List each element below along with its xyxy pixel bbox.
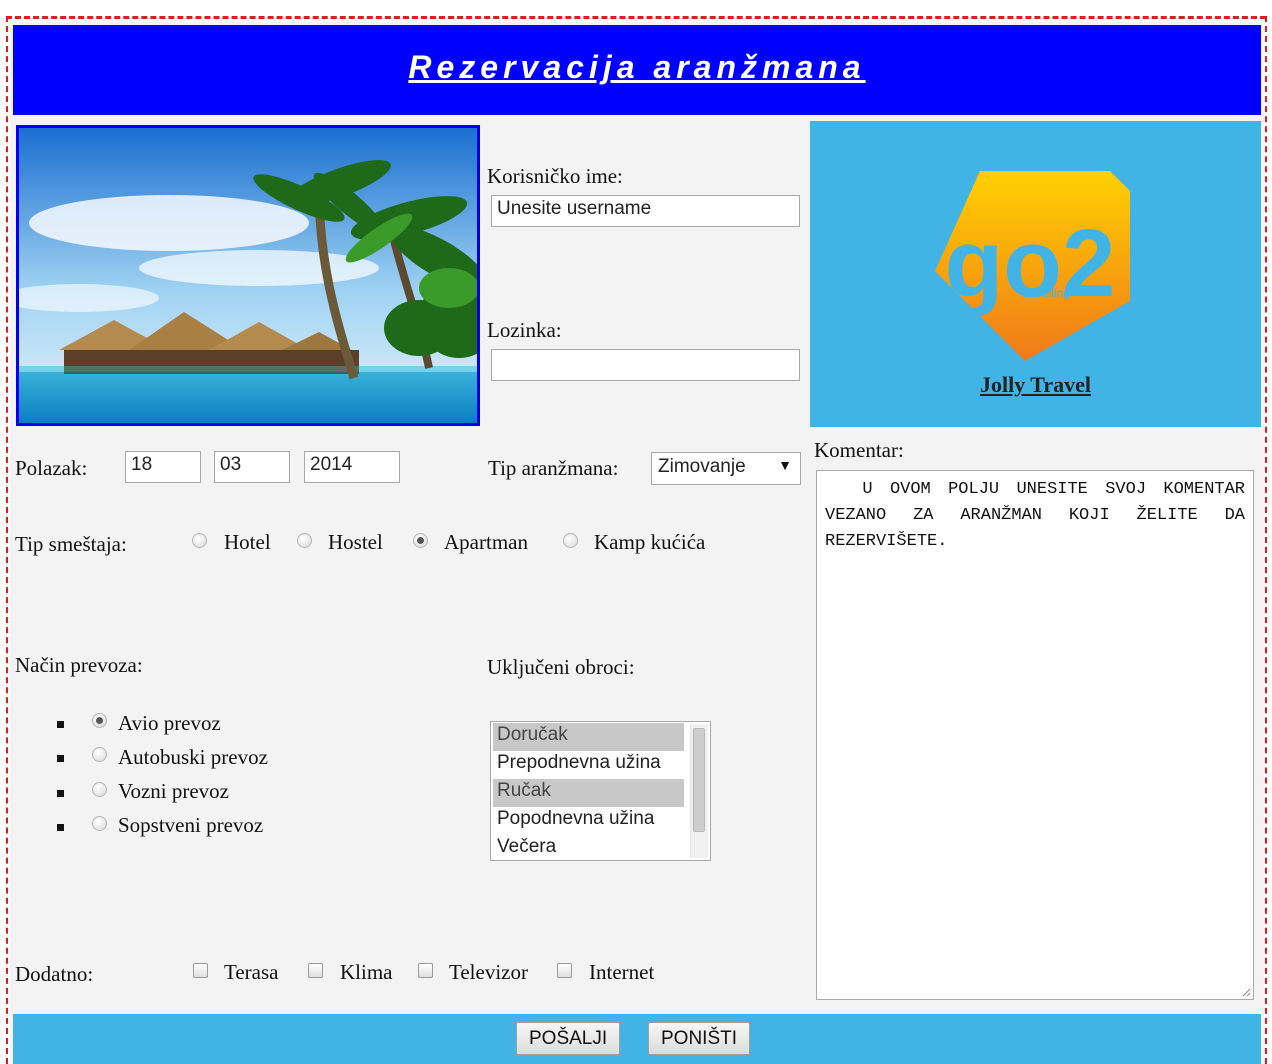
list-bullet (57, 755, 64, 762)
accommodation-apartman-radio[interactable] (413, 533, 428, 548)
username-input[interactable]: Unesite username (491, 195, 800, 227)
transport-own-radio[interactable] (92, 816, 107, 831)
accommodation-label: Tip smeštaja: (15, 532, 127, 556)
transport-bus-label: Autobuski prevoz (118, 745, 268, 769)
departure-label: Polazak: (15, 456, 88, 480)
meals-option-afternoon-snack[interactable]: Popodnevna užina (493, 807, 684, 835)
meals-scrollbar[interactable] (690, 724, 708, 858)
accommodation-hostel-label: Hostel (328, 530, 383, 554)
agency-name-link[interactable]: Jolly Travel (810, 372, 1261, 398)
accommodation-hostel-radio[interactable] (297, 533, 312, 548)
accommodation-apartman-label: Apartman (444, 530, 528, 554)
page-header: Rezervacija aranžmana (13, 25, 1261, 115)
extras-internet-label: Internet (589, 960, 655, 984)
comment-textarea[interactable]: U OVOM POLJU UNESITE SVOJ KOMENTAR VEZAN… (816, 470, 1254, 1000)
transport-train-label: Vozni prevoz (118, 779, 229, 803)
transport-avio-radio[interactable] (92, 713, 107, 728)
form-footer: POŠALJI PONIŠTI (13, 1014, 1261, 1064)
comment-text: U OVOM POLJU UNESITE SVOJ KOMENTAR VEZAN… (825, 480, 1245, 551)
extras-label: Dodatno: (15, 962, 94, 986)
accommodation-hotel-label: Hotel (224, 530, 271, 554)
resize-grip-icon[interactable] (1241, 987, 1251, 997)
extras-televizor-checkbox[interactable] (418, 963, 433, 978)
page-frame-top (6, 16, 1266, 19)
page-frame-right (1265, 16, 1267, 1064)
meals-option-morning-snack[interactable]: Prepodnevna užina (493, 751, 684, 779)
extras-internet-checkbox[interactable] (557, 963, 572, 978)
dropdown-arrow-icon: ▼ (778, 457, 792, 473)
meals-label: Uključeni obroci: (487, 655, 635, 679)
transport-avio-label: Avio prevoz (118, 711, 221, 735)
accommodation-kamp-radio[interactable] (563, 533, 578, 548)
package-type-select[interactable]: Zimovanje ▼ (651, 452, 801, 485)
package-type-value: Zimovanje (658, 456, 746, 477)
departure-day-input[interactable]: 18 (125, 451, 201, 483)
meals-listbox[interactable]: Doručak Prepodnevna užina Ručak Popodnev… (490, 721, 711, 861)
list-bullet (57, 790, 64, 797)
list-bullet (57, 721, 64, 728)
list-bullet (57, 824, 64, 831)
extras-klima-label: Klima (340, 960, 393, 984)
extras-televizor-label: Televizor (449, 960, 528, 984)
extras-klima-checkbox[interactable] (308, 963, 323, 978)
package-type-label: Tip aranžmana: (488, 456, 619, 480)
password-label: Lozinka: (487, 318, 562, 342)
go2-logo: go2 travelling (935, 171, 1130, 361)
page-title: Rezervacija aranžmana (408, 49, 866, 85)
transport-train-radio[interactable] (92, 782, 107, 797)
resort-photo (16, 125, 480, 426)
meals-option-dinner[interactable]: Večera (493, 835, 684, 860)
reset-button[interactable]: PONIŠTI (648, 1022, 751, 1055)
svg-text:go2: go2 (945, 210, 1116, 317)
username-label: Korisničko ime: (487, 164, 623, 188)
transport-bus-radio[interactable] (92, 747, 107, 762)
departure-month-input[interactable]: 03 (214, 451, 290, 483)
accommodation-kamp-label: Kamp kućića (594, 530, 706, 554)
submit-button[interactable]: POŠALJI (516, 1022, 621, 1055)
departure-year-input[interactable]: 2014 (304, 451, 400, 483)
accommodation-hotel-radio[interactable] (192, 533, 207, 548)
svg-text:travelling: travelling (1022, 286, 1070, 300)
transport-own-label: Sopstveni prevoz (118, 813, 264, 837)
meals-option-breakfast[interactable]: Doručak (493, 723, 684, 751)
meals-scrollbar-thumb[interactable] (693, 728, 705, 832)
extras-terasa-label: Terasa (224, 960, 279, 984)
comment-label: Komentar: (814, 438, 904, 462)
password-input[interactable] (491, 349, 800, 381)
meals-option-lunch[interactable]: Ručak (493, 779, 684, 807)
page-frame-left (6, 16, 8, 1064)
extras-terasa-checkbox[interactable] (193, 963, 208, 978)
transport-label: Način prevoza: (15, 653, 143, 677)
agency-logo-panel: go2 travelling Jolly Travel (810, 121, 1261, 427)
reservation-form: Rezervacija aranžmana Korisničko ime: Un… (10, 22, 1264, 1064)
